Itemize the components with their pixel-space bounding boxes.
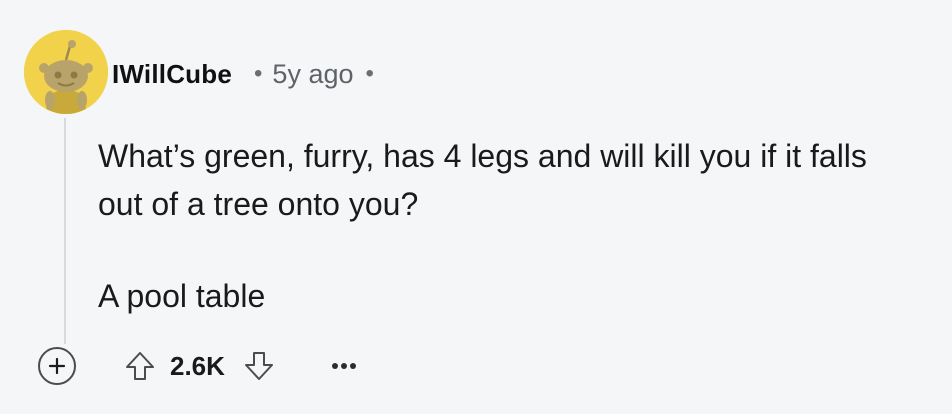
more-options-button[interactable] [329,351,359,381]
more-options-icon [331,363,356,369]
separator-dot: • [254,60,263,87]
separator-dot: • [365,60,374,87]
avatar[interactable] [24,30,108,114]
timestamp[interactable]: 5y ago [272,59,353,90]
comment-actions: 2.6K [38,346,359,386]
comment-answer: A pool table [98,278,266,314]
downvote-button[interactable] [239,346,279,386]
vote-score: 2.6K [170,350,225,381]
comment-body: What’s green, furry, has 4 legs and will… [98,132,918,320]
comment-meta: IWillCube • 5y ago • [112,52,374,96]
snoo-avatar-icon [24,30,108,114]
thread-line[interactable] [64,118,66,344]
upvote-arrow-icon [126,352,154,380]
downvote-arrow-icon [244,352,273,380]
comment: IWillCube • 5y ago • What’s green, furry… [0,0,952,414]
plus-icon [48,357,66,375]
comment-question: What’s green, furry, has 4 legs and will… [98,138,867,222]
expand-thread-button[interactable] [38,347,76,385]
upvote-button[interactable] [120,346,160,386]
username[interactable]: IWillCube [112,59,232,90]
